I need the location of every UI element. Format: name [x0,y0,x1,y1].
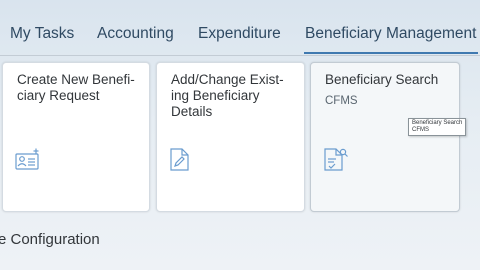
tab-my-tasks[interactable]: My Tasks [10,25,74,43]
tab-bar: My Tasks Accounting Expenditure Benefici… [0,0,480,56]
tooltip-subtitle: CFMS [412,127,429,133]
tab-beneficiary-management[interactable]: Beneficiary Management [303,25,479,54]
tile-title: Create New Benefi-ciary Request [17,72,135,103]
section-title: e Configuration [0,231,100,248]
tab-expenditure[interactable]: Expenditure [198,25,281,43]
tile-tooltip: Beneficiary Search CFMS [408,118,467,136]
tile-add-change-beneficiary-details[interactable]: Add/Change Exist-ing Beneficiary Details [156,62,305,212]
tile-beneficiary-search[interactable]: Beneficiary Search CFMS [310,62,460,212]
tile-create-new-beneficiary-request[interactable]: Create New Benefi-ciary Request [2,62,150,212]
edit-document-icon [169,148,193,177]
tile-subtitle: CFMS [325,95,358,107]
tooltip-title: Beneficiary Search [412,120,463,126]
tab-accounting[interactable]: Accounting [97,25,174,43]
tile-title: Add/Change Exist-ing Beneficiary Details [171,72,284,119]
tile-title: Beneficiary Search [325,72,439,87]
beneficiary-card-icon [15,148,41,177]
document-search-icon [323,148,349,177]
